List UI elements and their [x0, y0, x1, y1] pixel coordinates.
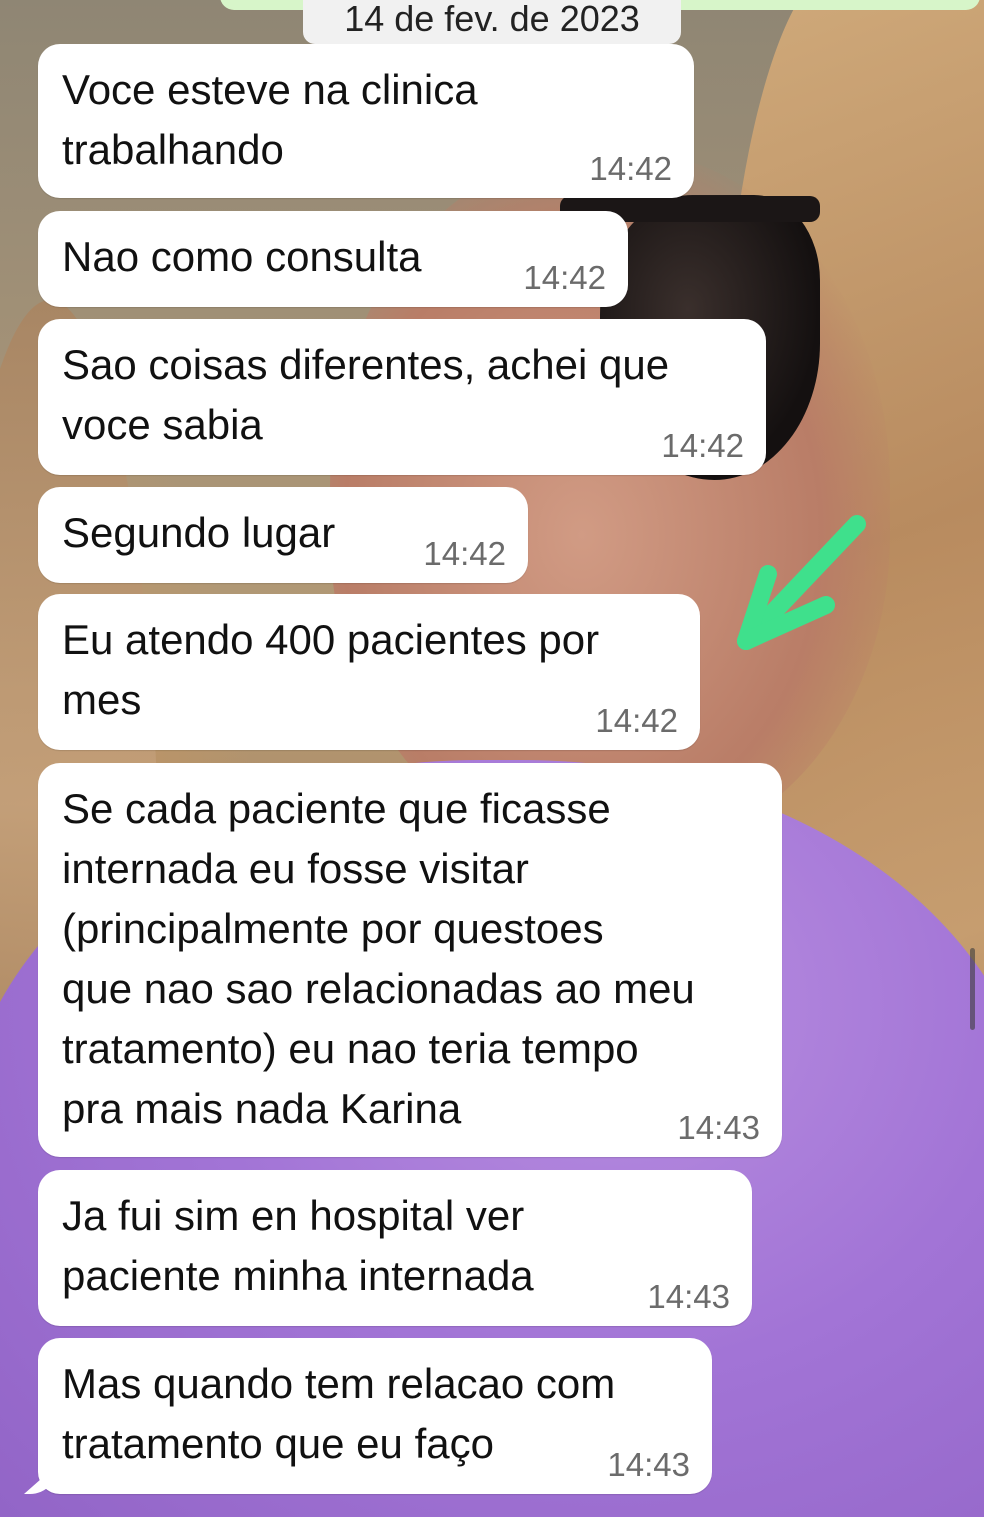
message-text: Eu atendo 400 pacientes por mes [62, 616, 600, 723]
message-text: Mas quando tem relacao com tratamento qu… [62, 1360, 616, 1467]
date-label: 14 de fev. de 2023 [344, 0, 640, 39]
message-bubble[interactable]: Ja fui sim en hospital ver paciente minh… [38, 1170, 752, 1326]
message-bubble[interactable]: Sao coisas diferentes, achei que voce sa… [38, 319, 766, 475]
message-time: 14:42 [523, 259, 606, 296]
scroll-indicator[interactable] [970, 948, 975, 1030]
message-bubble[interactable]: Mas quando tem relacao com tratamento qu… [38, 1338, 712, 1494]
message-bubble[interactable]: Nao como consulta 14:42 [38, 211, 628, 307]
message-bubble[interactable]: Eu atendo 400 pacientes por mes 14:42 [38, 594, 700, 750]
message-time: 14:42 [595, 702, 678, 739]
message-text: Voce esteve na clinica trabalhando [62, 66, 478, 173]
message-time: 14:42 [589, 150, 672, 187]
message-time: 14:43 [607, 1446, 690, 1483]
message-bubble[interactable]: Segundo lugar 14:42 [38, 487, 528, 583]
message-time: 14:42 [661, 427, 744, 464]
arrow-down-left-icon [737, 515, 866, 650]
message-bubble[interactable]: Se cada paciente que ficasse internada e… [38, 763, 782, 1157]
message-time: 14:43 [677, 1109, 760, 1146]
message-bubble[interactable]: Voce esteve na clinica trabalhando 14:42 [38, 44, 694, 198]
date-chip: 14 de fev. de 2023 [303, 0, 681, 44]
message-time: 14:42 [423, 535, 506, 572]
message-text: Sao coisas diferentes, achei que voce sa… [62, 341, 670, 448]
message-text: Ja fui sim en hospital ver paciente minh… [62, 1192, 534, 1299]
message-text: Se cada paciente que ficasse internada e… [62, 785, 695, 1132]
message-time: 14:43 [647, 1278, 730, 1315]
